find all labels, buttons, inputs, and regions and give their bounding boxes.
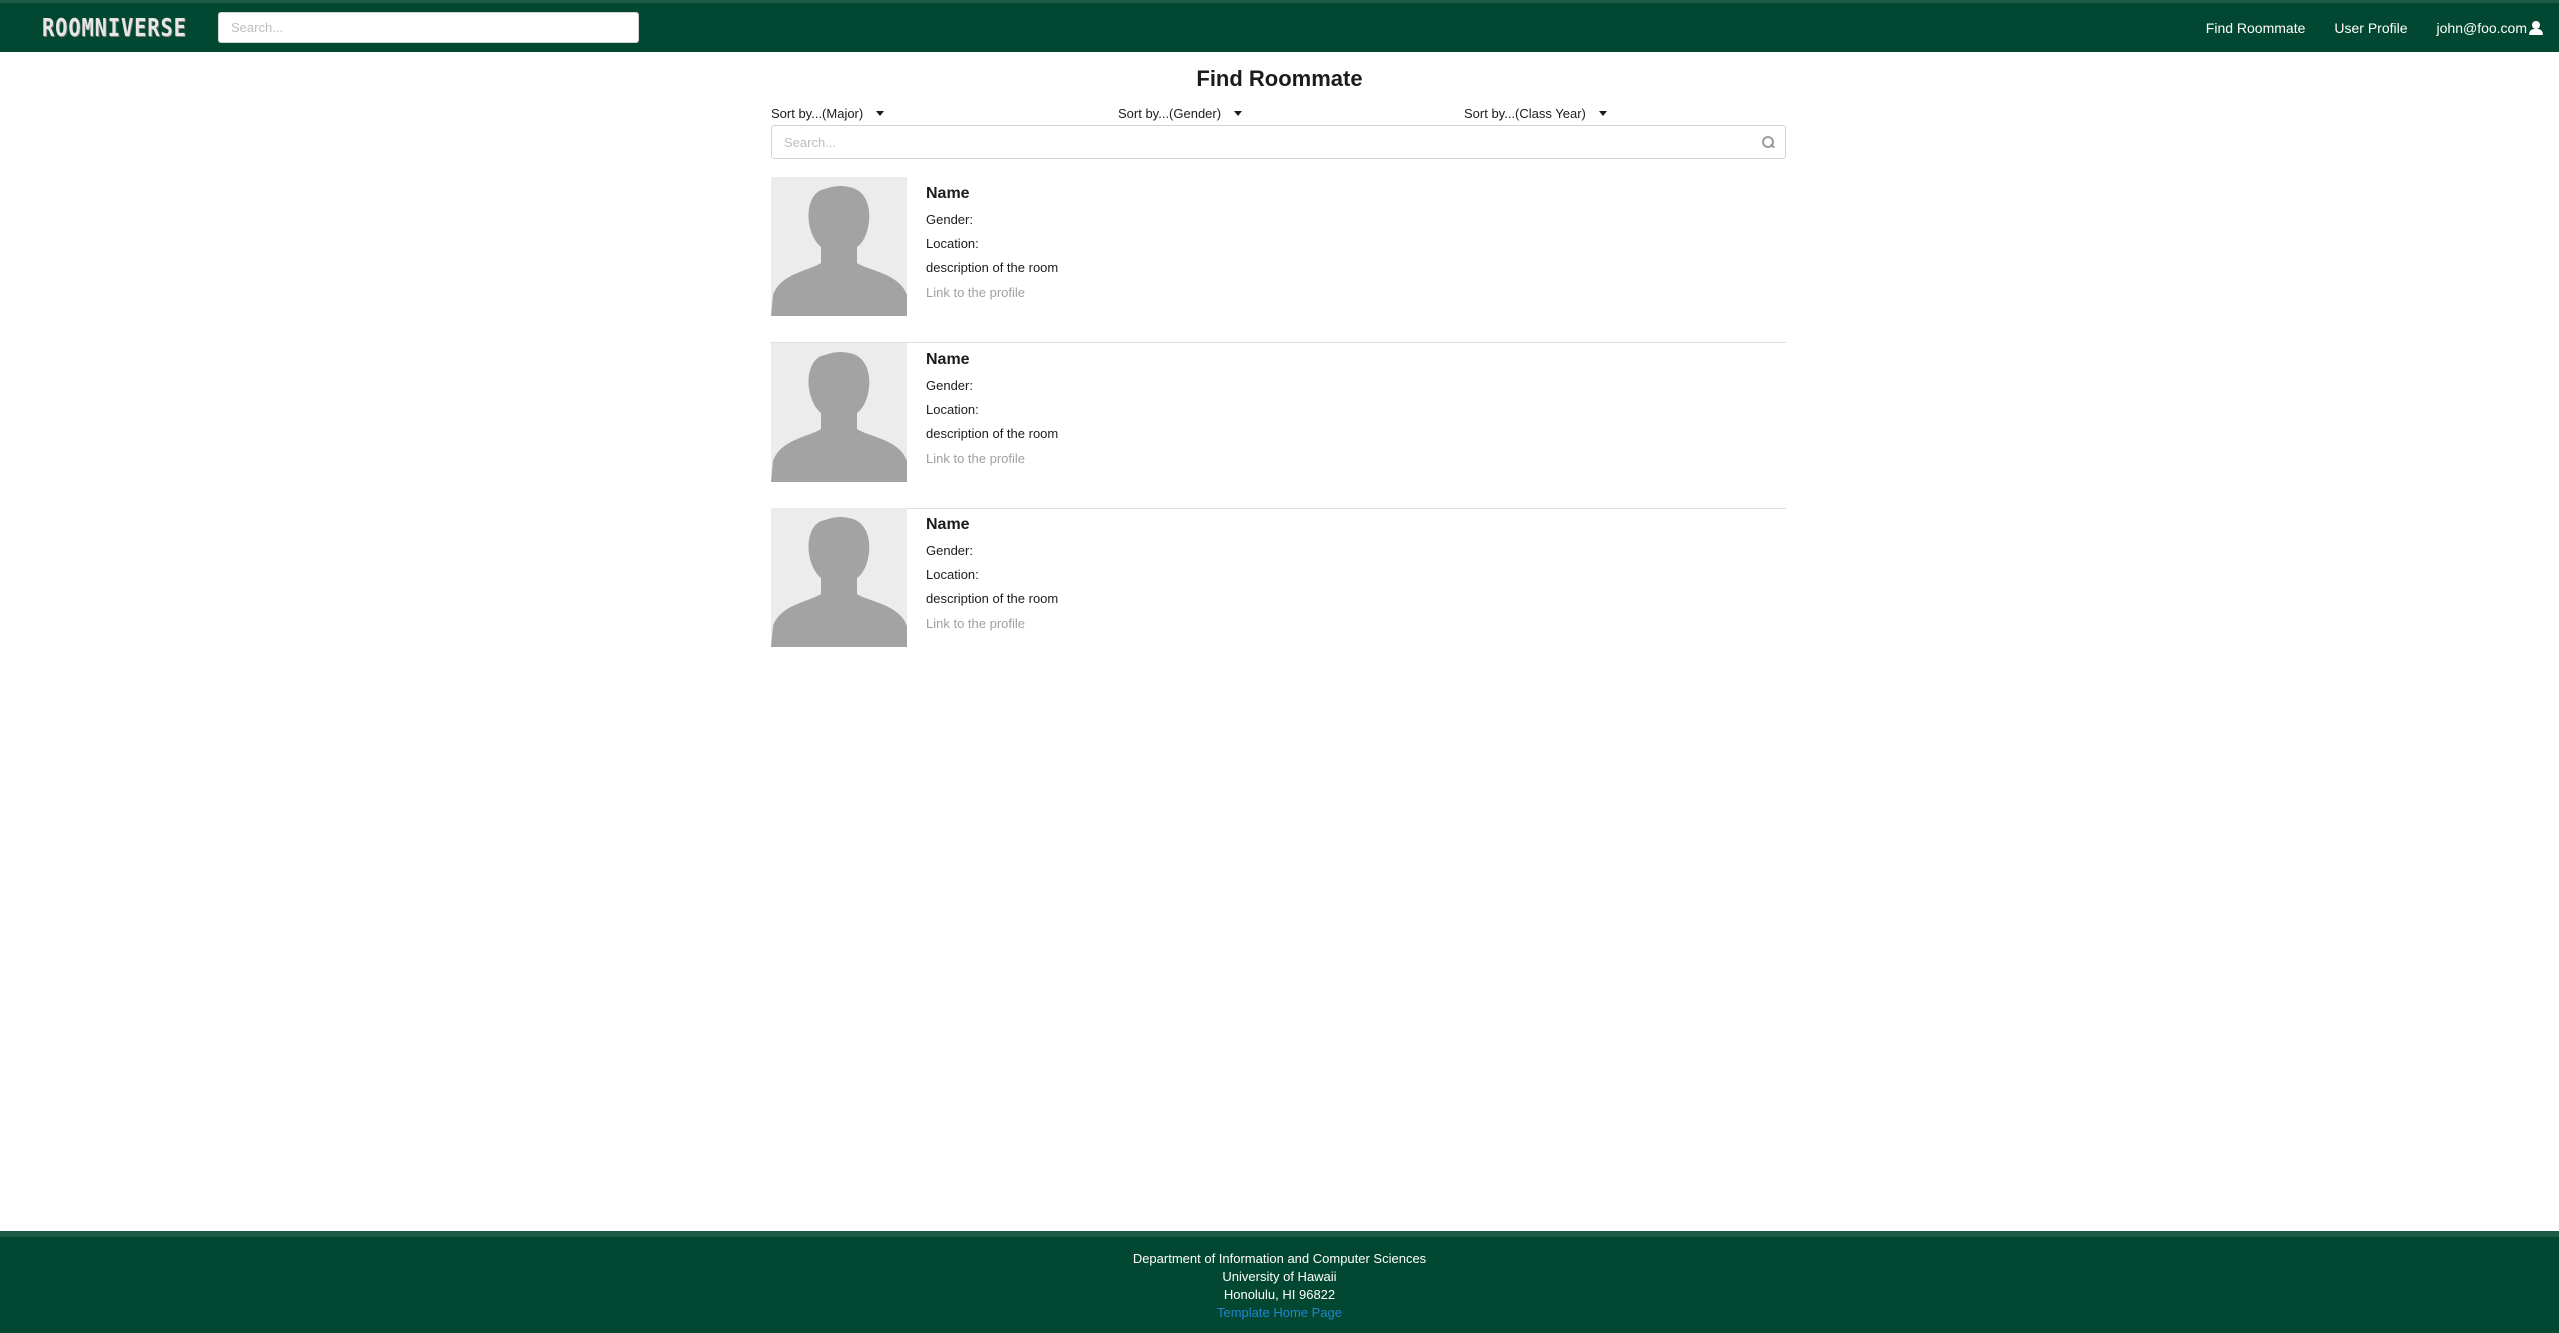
avatar xyxy=(771,343,907,482)
item-gender: Gender: xyxy=(926,543,973,558)
nav-find-roommate-link[interactable]: Find Roommate xyxy=(2206,20,2306,36)
nav-user-email: john@foo.com xyxy=(2436,19,2527,36)
footer: Department of Information and Computer S… xyxy=(0,1231,2559,1333)
list-search-box xyxy=(771,125,1786,159)
sort-class-year-label: Sort by...(Class Year) xyxy=(1464,106,1586,121)
caret-down-icon xyxy=(1234,111,1243,116)
avatar-placeholder xyxy=(771,185,907,316)
caret-down-icon xyxy=(876,111,885,116)
caret-down-icon xyxy=(1598,111,1607,116)
list-search-input[interactable] xyxy=(772,126,1785,158)
nav-search-input[interactable] xyxy=(218,12,639,43)
item-location: Location: xyxy=(926,567,979,582)
nav-user-profile-label: User Profile xyxy=(2334,19,2408,36)
item-name: Name xyxy=(926,185,970,202)
item-profile-link[interactable]: Link to the profile xyxy=(926,616,1025,631)
avatar-placeholder xyxy=(771,351,907,482)
item-gender: Gender: xyxy=(926,378,973,393)
item-profile-link[interactable]: Link to the profile xyxy=(926,285,1025,300)
list-item: Name Gender: Location: description of th… xyxy=(771,177,1786,343)
page-title: Find Roommate xyxy=(1196,66,1363,91)
item-profile-link[interactable]: Link to the profile xyxy=(926,451,1025,466)
footer-address: Honolulu, HI 96822 xyxy=(1223,1287,1336,1302)
item-details: Name Gender: Location: description of th… xyxy=(926,185,1058,302)
list-item: Name Gender: Location: description of th… xyxy=(771,508,1786,674)
item-location: Location: xyxy=(926,402,979,417)
avatar xyxy=(771,177,907,316)
item-name: Name xyxy=(926,516,970,533)
logo[interactable]: ROOMNIVERSE xyxy=(42,13,187,43)
sort-gender-label: Sort by...(Gender) xyxy=(1118,106,1222,121)
nav-find-roommate-label: Find Roommate xyxy=(2205,19,2306,36)
footer-template-link[interactable]: Template Home Page xyxy=(1217,1305,1342,1320)
avatar xyxy=(771,508,907,647)
item-gender: Gender: xyxy=(926,212,973,227)
item-description: description of the room xyxy=(926,591,1059,606)
nav-user-menu[interactable]: john@foo.com xyxy=(2437,20,2543,36)
item-location: Location: xyxy=(926,236,979,251)
nav-links: Find Roommate User Profile john@foo.com xyxy=(2177,3,2543,52)
sort-major-label: Sort by...(Major) xyxy=(771,106,864,121)
nav-user-profile-link[interactable]: User Profile xyxy=(2334,20,2407,36)
top-navbar: ROOMNIVERSE Find Roommate User Profile j… xyxy=(0,0,2559,52)
item-name: Name xyxy=(926,351,970,368)
search-icon[interactable] xyxy=(1762,136,1774,148)
sort-gender-dropdown[interactable]: Sort by...(Gender) xyxy=(1118,106,1243,121)
sort-major-dropdown[interactable]: Sort by...(Major) xyxy=(771,106,885,121)
footer-university: University of Hawaii xyxy=(1222,1269,1337,1284)
list-item: Name Gender: Location: description of th… xyxy=(771,343,1786,509)
avatar-placeholder xyxy=(771,516,907,647)
item-description: description of the room xyxy=(926,426,1059,441)
user-icon xyxy=(2529,20,2543,35)
footer-department: Department of Information and Computer S… xyxy=(1132,1251,1427,1266)
item-details: Name Gender: Location: description of th… xyxy=(926,516,1058,633)
item-details: Name Gender: Location: description of th… xyxy=(926,351,1058,468)
item-description: description of the room xyxy=(926,260,1059,275)
sort-class-year-dropdown[interactable]: Sort by...(Class Year) xyxy=(1464,106,1607,121)
